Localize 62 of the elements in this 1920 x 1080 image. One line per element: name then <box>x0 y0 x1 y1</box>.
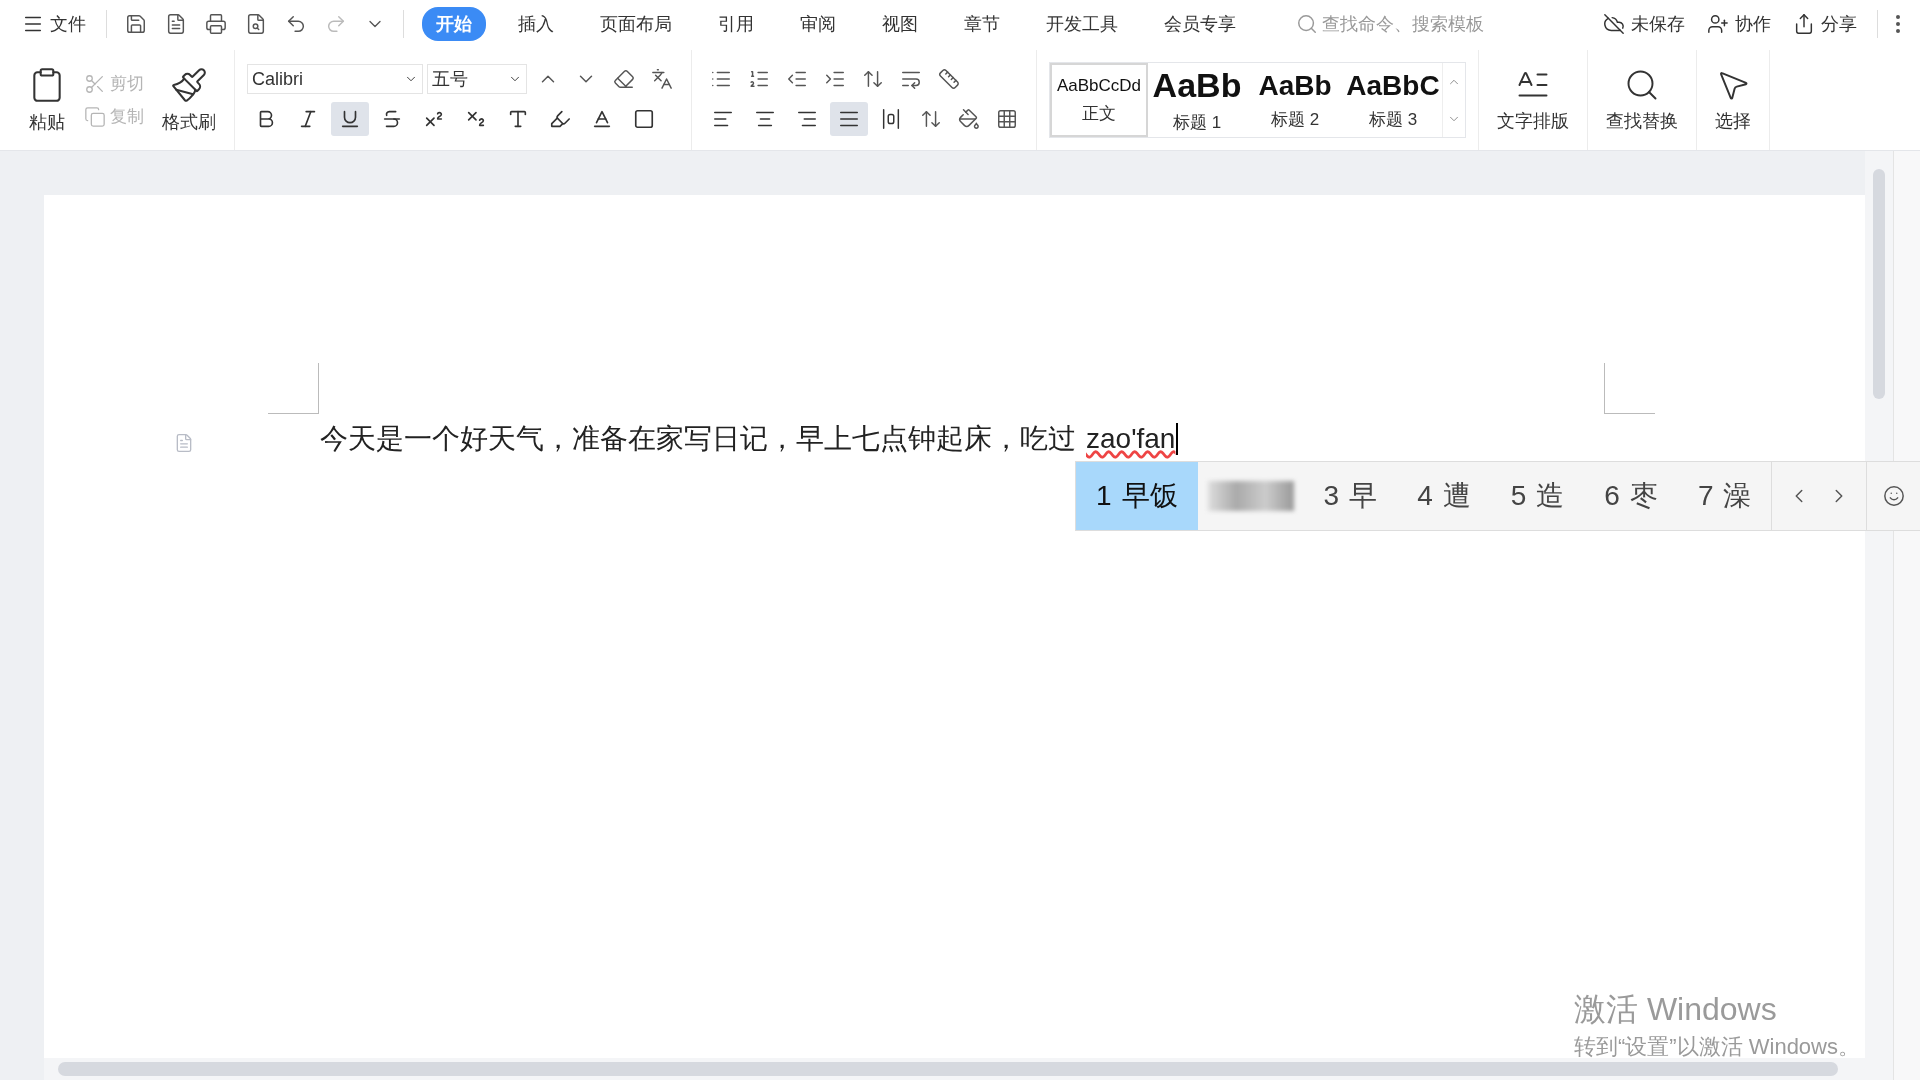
distribute-icon <box>880 108 902 130</box>
vertical-scrollbar[interactable] <box>1865 151 1893 1080</box>
character-border-icon <box>633 108 655 130</box>
strikethrough-icon <box>381 108 403 130</box>
ribbon-tab[interactable]: 会员专享 <box>1150 7 1250 41</box>
preview-icon <box>245 13 267 35</box>
format-painter-button[interactable]: 格式刷 <box>156 62 222 138</box>
ribbon-tab[interactable]: 页面布局 <box>586 7 686 41</box>
tool-button[interactable]: 查找替换 <box>1600 63 1684 137</box>
margin-mark <box>1604 363 1655 414</box>
header-action[interactable]: 未保存 <box>1595 8 1693 40</box>
numbered-list-icon <box>748 68 770 90</box>
ribbon-tab[interactable]: 开发工具 <box>1032 7 1132 41</box>
horizontal-scrollbar[interactable] <box>44 1058 1865 1080</box>
undo-icon <box>285 13 307 35</box>
redo-icon <box>325 13 347 35</box>
brush-icon <box>170 66 208 104</box>
phonetic-icon <box>651 68 673 90</box>
printer-icon <box>205 13 227 35</box>
ribbon-tab[interactable]: 插入 <box>504 7 568 41</box>
activation-subtitle: 转到“设置”以激活 Windows。 <box>1574 1033 1860 1061</box>
format-button[interactable] <box>331 102 369 136</box>
ruler-icon <box>938 68 960 90</box>
ime-candidate[interactable]: 1 早饭 <box>1076 462 1198 530</box>
tool-button[interactable]: 文字排版 <box>1491 63 1575 137</box>
margin-mark <box>268 363 319 414</box>
add-user-icon <box>1707 13 1729 35</box>
ribbon-tab[interactable]: 引用 <box>704 7 768 41</box>
activation-title: 激活 Windows <box>1574 990 1778 1029</box>
tool-button[interactable]: 选择 <box>1709 63 1757 137</box>
underline-icon <box>339 108 361 130</box>
paragraph-icon <box>174 433 194 453</box>
eraser-icon <box>613 68 635 90</box>
ribbon-tab[interactable]: 章节 <box>950 7 1014 41</box>
search-icon <box>1296 13 1318 35</box>
copy-icon <box>84 105 106 128</box>
more-icon <box>1896 15 1900 33</box>
paint-bucket-icon <box>958 108 980 130</box>
style-option[interactable]: AaBbCcDd 正文 <box>1050 63 1148 137</box>
composition-text: zao'fan <box>1086 423 1179 455</box>
align-button[interactable] <box>830 102 868 136</box>
emoji-icon <box>1883 485 1906 507</box>
grid-icon <box>996 108 1018 130</box>
header-action[interactable]: 协作 <box>1699 8 1779 40</box>
ribbon-tab[interactable]: 审阅 <box>786 7 850 41</box>
scissors-icon <box>84 72 106 95</box>
ribbon-tab[interactable]: 视图 <box>868 7 932 41</box>
line-spacing-icon <box>920 108 942 130</box>
sort-icon <box>862 68 884 90</box>
highlighter-icon <box>549 108 571 130</box>
font-color-icon <box>591 108 613 130</box>
file-menu[interactable]: 文件 <box>14 8 94 40</box>
header-action[interactable]: 分享 <box>1785 8 1865 40</box>
cloud-icon <box>1603 13 1625 35</box>
document-icon <box>165 13 187 35</box>
text-effect-icon <box>507 108 529 130</box>
share-icon <box>1793 13 1815 35</box>
save-icon <box>125 13 147 35</box>
paste-button[interactable]: 粘贴 <box>22 62 72 138</box>
font-size-field[interactable]: 五号 <box>427 64 527 94</box>
document-text: 今天是一个好天气，准备在家写日记，早上七点钟起床，吃过 <box>320 422 1076 456</box>
font-name-field[interactable]: Calibri <box>247 64 423 94</box>
